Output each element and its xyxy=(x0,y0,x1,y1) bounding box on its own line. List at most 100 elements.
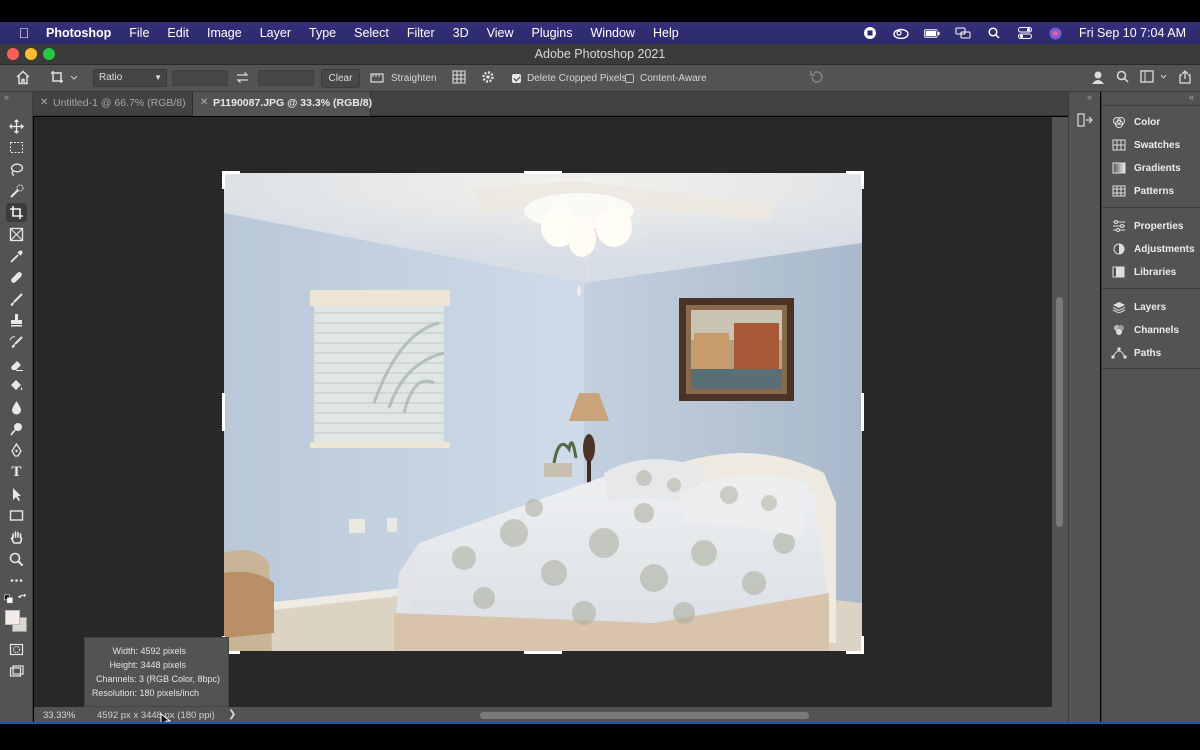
history-brush-tool-icon[interactable] xyxy=(6,333,27,352)
blur-tool-icon[interactable] xyxy=(6,398,27,417)
chevron-down-icon: ▼ xyxy=(154,73,162,82)
control-center-icon[interactable] xyxy=(1017,26,1033,40)
chevron-right-icon[interactable]: ❯ xyxy=(228,709,236,720)
ratio-select[interactable]: Ratio ▼ xyxy=(93,69,167,87)
crop-tool-icon[interactable] xyxy=(6,203,27,222)
menu-image[interactable]: Image xyxy=(207,26,242,40)
expand-panel-icon[interactable]: » xyxy=(4,92,9,102)
workspace-icon[interactable] xyxy=(1140,70,1168,86)
panel-color[interactable]: Color xyxy=(1110,113,1200,131)
zoom-tool-icon[interactable] xyxy=(6,550,27,569)
home-icon[interactable] xyxy=(15,70,31,88)
rectangle-tool-icon[interactable] xyxy=(6,506,27,525)
share-icon[interactable] xyxy=(1178,70,1192,87)
swap-colors-icon[interactable] xyxy=(17,593,29,604)
panel-swatches[interactable]: Swatches xyxy=(1110,136,1200,154)
apple-icon[interactable]:  xyxy=(16,25,32,41)
menu-type[interactable]: Type xyxy=(309,26,336,40)
gear-icon[interactable] xyxy=(481,70,495,87)
document-info[interactable]: 4592 px x 3448 px (180 ppi) xyxy=(97,710,215,721)
crop-handle-top-right[interactable] xyxy=(861,171,864,189)
search-icon[interactable] xyxy=(1116,70,1129,86)
collapse-panel-icon[interactable]: « xyxy=(1087,92,1092,102)
type-tool-icon[interactable]: T xyxy=(6,463,27,482)
pen-tool-icon[interactable] xyxy=(6,441,27,460)
move-tool-icon[interactable] xyxy=(6,117,27,136)
menu-help[interactable]: Help xyxy=(653,26,679,40)
quick-selection-tool-icon[interactable] xyxy=(6,182,27,201)
collapse-panel-icon[interactable]: « xyxy=(1189,92,1194,102)
horizontal-scrollbar-thumb[interactable] xyxy=(480,712,809,719)
crop-handle-right[interactable] xyxy=(861,393,864,431)
tab-untitled-1[interactable]: ✕ Untitled-1 @ 66.7% (RGB/8) xyxy=(33,92,193,116)
tab-p1190087[interactable]: ✕ P1190087.JPG @ 33.3% (RGB/8) xyxy=(193,92,372,116)
path-selection-tool-icon[interactable] xyxy=(6,485,27,504)
record-icon[interactable] xyxy=(862,26,878,40)
screen-mirroring-icon[interactable] xyxy=(955,26,971,40)
straighten-icon[interactable] xyxy=(370,72,384,87)
frame-tool-icon[interactable] xyxy=(6,225,27,244)
hand-tool-icon[interactable] xyxy=(6,528,27,547)
panel-adjustments[interactable]: Adjustments xyxy=(1110,240,1200,258)
menu-filter[interactable]: Filter xyxy=(407,26,435,40)
eyedropper-tool-icon[interactable] xyxy=(6,247,27,266)
paint-bucket-tool-icon[interactable] xyxy=(6,376,27,395)
close-tab-icon[interactable]: ✕ xyxy=(40,97,48,108)
panel-patterns[interactable]: Patterns xyxy=(1110,182,1200,200)
panel-properties[interactable]: Properties xyxy=(1110,217,1200,235)
document-image[interactable] xyxy=(224,173,862,651)
search-icon[interactable] xyxy=(986,26,1002,40)
battery-icon[interactable] xyxy=(923,26,940,40)
menu-select[interactable]: Select xyxy=(354,26,389,40)
panel-paths[interactable]: Paths xyxy=(1110,344,1200,362)
marquee-tool-icon[interactable] xyxy=(6,138,27,157)
grid-overlay-icon[interactable] xyxy=(452,70,466,87)
stamp-tool-icon[interactable] xyxy=(6,311,27,330)
straighten-label[interactable]: Straighten xyxy=(391,73,437,84)
zoom-level[interactable]: 33.33% xyxy=(43,710,75,721)
menu-edit[interactable]: Edit xyxy=(167,26,189,40)
close-tab-icon[interactable]: ✕ xyxy=(200,97,208,108)
menu-3d[interactable]: 3D xyxy=(453,26,469,40)
menu-file[interactable]: File xyxy=(129,26,149,40)
panel-channels[interactable]: Channels xyxy=(1110,321,1200,339)
crop-handle-left[interactable] xyxy=(222,393,225,431)
crop-handle-bottom[interactable] xyxy=(524,651,562,654)
cancel-crop-icon[interactable] xyxy=(809,70,823,87)
panel-libraries[interactable]: Libraries xyxy=(1110,263,1200,281)
clear-button[interactable]: Clear xyxy=(321,69,360,88)
history-icon[interactable] xyxy=(1077,112,1093,133)
eraser-tool-icon[interactable] xyxy=(6,355,27,374)
crop-handle-top[interactable] xyxy=(524,171,562,174)
vertical-scrollbar[interactable] xyxy=(1052,117,1068,707)
default-colors-icon[interactable] xyxy=(3,593,15,604)
crop-handle-bottom-right[interactable] xyxy=(861,636,864,654)
crop-tool-preset-icon[interactable] xyxy=(50,70,78,88)
healing-brush-tool-icon[interactable] xyxy=(6,268,27,287)
menu-view[interactable]: View xyxy=(487,26,514,40)
menu-window[interactable]: Window xyxy=(591,26,635,40)
more-tools-icon[interactable] xyxy=(6,571,27,590)
panel-gradients[interactable]: Gradients xyxy=(1110,159,1200,177)
menu-plugins[interactable]: Plugins xyxy=(532,26,573,40)
foreground-color-swatch[interactable] xyxy=(5,610,20,625)
siri-icon[interactable] xyxy=(1048,26,1064,40)
quick-mask-icon[interactable] xyxy=(6,640,27,659)
scrollbar-thumb[interactable] xyxy=(1056,297,1063,527)
crop-handle-top-left[interactable] xyxy=(222,171,225,189)
delete-cropped-pixels-checkbox[interactable] xyxy=(512,74,521,83)
share-user-icon[interactable] xyxy=(1091,70,1107,88)
screen-mode-icon[interactable] xyxy=(6,662,27,681)
ratio-height-field[interactable] xyxy=(258,70,314,86)
menubar-clock[interactable]: Fri Sep 10 7:04 AM xyxy=(1079,26,1186,40)
dodge-tool-icon[interactable] xyxy=(6,420,27,439)
panel-layers[interactable]: Layers xyxy=(1110,298,1200,316)
swap-dimensions-icon[interactable] xyxy=(236,71,249,87)
creative-cloud-icon[interactable] xyxy=(893,26,909,40)
ratio-width-field[interactable] xyxy=(172,70,228,86)
content-aware-checkbox[interactable] xyxy=(625,74,634,83)
menu-layer[interactable]: Layer xyxy=(260,26,291,40)
lasso-tool-icon[interactable] xyxy=(6,160,27,179)
brush-tool-icon[interactable] xyxy=(6,290,27,309)
app-menu[interactable]: Photoshop xyxy=(46,26,111,40)
